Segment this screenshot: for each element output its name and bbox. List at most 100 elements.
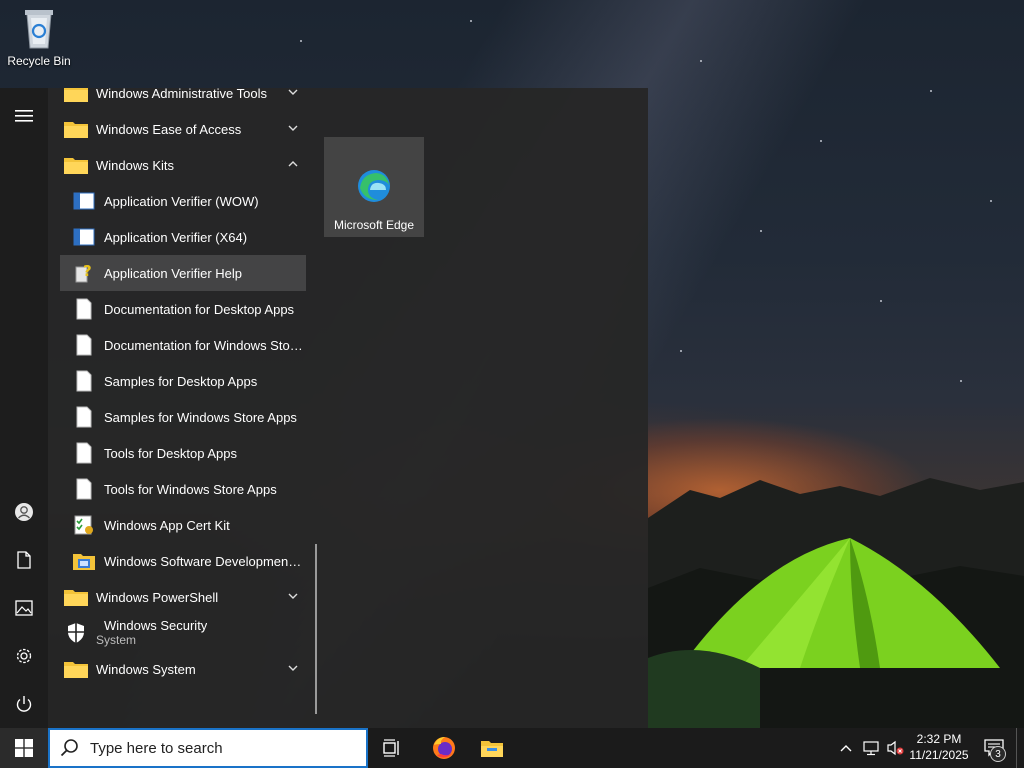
svg-text:?: ? [83,262,92,280]
app-windows-security[interactable]: Windows Security System [60,615,306,651]
chevron-up-icon [288,161,298,167]
clock-date: 11/21/2025 [909,748,969,762]
documents-icon [17,551,31,569]
app-documentation-windows-store[interactable]: Documentation for Windows Store... [60,327,306,363]
app-application-verifier-wow[interactable]: Application Verifier (WOW) [60,183,306,219]
app-label: Application Verifier Help [104,265,243,281]
notification-count-badge: 3 [990,746,1006,762]
search-placeholder: Type here to search [90,739,223,757]
start-menu: Windows Administrative Tools Windows Eas… [0,88,648,728]
folder-icon [64,88,88,105]
power-button[interactable] [0,680,48,728]
app-label: Samples for Desktop Apps [104,373,258,389]
star [820,140,822,142]
app-windows-app-cert-kit[interactable]: Windows App Cert Kit [60,507,306,543]
start-button[interactable] [0,728,48,768]
chevron-down-icon [288,665,298,671]
application-window-icon [72,225,96,249]
user-account-button[interactable] [0,488,48,536]
recycle-bin-label: Recycle Bin [7,54,71,68]
app-label: Windows Administrative Tools [96,88,267,101]
tile-microsoft-edge[interactable]: Microsoft Edge [324,137,424,237]
folder-windows-powershell[interactable]: Windows PowerShell [60,579,306,615]
app-label: Tools for Desktop Apps [104,445,237,461]
folder-windows-kits[interactable]: Windows Kits [60,147,306,183]
app-sublabel: System [96,633,137,647]
star [960,380,962,382]
pictures-icon [15,600,33,616]
taskbar-clock[interactable]: 2:32 PM 11/21/2025 [904,731,974,765]
app-label: Windows Security [104,618,208,633]
star [700,60,702,62]
folder-icon [64,585,88,609]
clock-time: 2:32 PM [916,732,962,746]
app-label: Documentation for Desktop Apps [104,301,295,317]
user-account-icon [15,503,33,521]
file-explorer-taskbar-button[interactable] [470,728,514,768]
volume-muted-icon [887,740,904,756]
chevron-up-icon [840,745,852,752]
taskbar-search-box[interactable]: Type here to search [48,728,368,768]
app-samples-desktop-apps[interactable]: Samples for Desktop Apps [60,363,306,399]
star [470,20,472,22]
chevron-down-icon [288,593,298,599]
chevron-down-icon [288,125,298,131]
task-view-icon [383,739,399,757]
start-rail [0,88,48,728]
star [680,350,682,352]
power-icon [16,696,32,712]
firefox-icon [433,737,455,759]
app-label: Application Verifier (X64) [104,229,248,245]
app-application-verifier-help[interactable]: ? Application Verifier Help [60,255,306,291]
document-icon [72,477,96,501]
task-view-button[interactable] [372,728,412,768]
network-status-button[interactable] [860,728,884,768]
expand-menu-button[interactable] [0,92,48,140]
app-list: Windows Administrative Tools Windows Eas… [48,88,316,728]
taskbar: Type here to search 2:32 PM 11/21/2025 [0,728,1024,768]
folder-windows-system[interactable]: Windows System [60,651,306,687]
settings-button[interactable] [0,632,48,680]
certificate-checklist-icon [72,513,96,537]
show-hidden-icons-button[interactable] [836,728,856,768]
show-desktop-button[interactable] [1016,728,1024,768]
folder-windows-administrative-tools[interactable]: Windows Administrative Tools [60,88,306,111]
app-samples-windows-store[interactable]: Samples for Windows Store Apps [60,399,306,435]
network-icon [863,741,879,756]
app-label: Tools for Windows Store Apps [104,481,277,497]
sdk-folder-icon [72,549,96,573]
app-label: Application Verifier (WOW) [104,193,259,209]
recycle-bin-shortcut[interactable]: Recycle Bin [4,6,74,78]
app-label: Windows Ease of Access [96,121,242,137]
app-label: Windows Kits [96,157,175,173]
pictures-button[interactable] [0,584,48,632]
recycle-bin-icon [25,10,53,49]
shield-icon [64,621,88,645]
folder-windows-ease-of-access[interactable]: Windows Ease of Access [60,111,306,147]
app-tools-windows-store[interactable]: Tools for Windows Store Apps [60,471,306,507]
volume-button[interactable] [884,728,906,768]
application-window-icon [72,189,96,213]
app-documentation-desktop-apps[interactable]: Documentation for Desktop Apps [60,291,306,327]
search-icon [60,739,78,757]
hamburger-menu-icon [15,110,33,122]
chevron-down-icon [288,89,298,95]
help-document-icon: ? [72,261,96,285]
app-list-scrollbar[interactable] [315,544,317,714]
documents-button[interactable] [0,536,48,584]
app-label: Windows PowerShell [96,589,219,605]
document-icon [72,441,96,465]
windows-logo-icon [15,739,33,757]
app-tools-desktop-apps[interactable]: Tools for Desktop Apps [60,435,306,471]
firefox-taskbar-button[interactable] [422,728,466,768]
app-application-verifier-x64[interactable]: Application Verifier (X64) [60,219,306,255]
app-label: Windows Software Development Kit [104,553,304,569]
tile-label: Microsoft Edge [333,218,415,232]
app-windows-software-development-kit[interactable]: Windows Software Development Kit [60,543,306,579]
folder-icon [64,117,88,141]
document-icon [72,297,96,321]
settings-gear-icon [16,648,32,664]
app-label: Samples for Windows Store Apps [104,409,297,425]
star [300,40,302,42]
app-label: Windows App Cert Kit [104,517,230,533]
